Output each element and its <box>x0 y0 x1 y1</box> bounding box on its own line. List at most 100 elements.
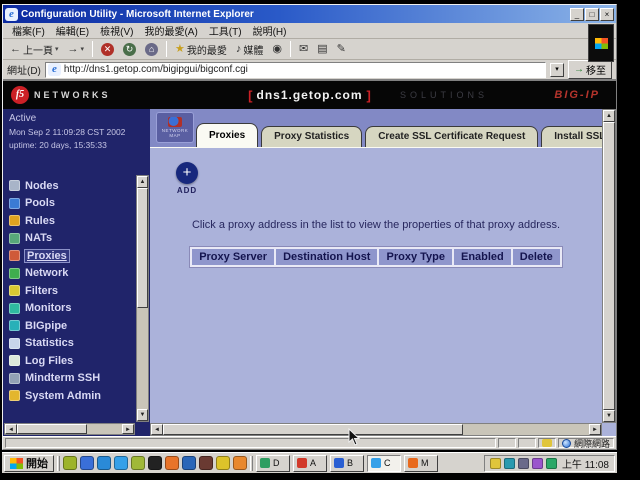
sidebar-item[interactable]: BIGpipe <box>9 317 132 335</box>
alert-icon <box>542 439 552 447</box>
scroll-left-icon[interactable]: ◄ <box>5 424 17 434</box>
scroll-up-icon[interactable]: ▲ <box>137 176 148 188</box>
scrollbar-thumb[interactable] <box>163 424 463 435</box>
taskbar-window-button[interactable]: M <box>404 455 438 472</box>
media-button[interactable]: ♪ 媒體 <box>233 41 267 58</box>
sidebar-item[interactable]: Rules <box>9 212 132 230</box>
print-button[interactable]: ▤ <box>314 42 330 56</box>
main-vertical-scrollbar[interactable]: ▲ ▼ <box>602 109 616 423</box>
sidebar-item[interactable]: Monitors <box>9 300 132 318</box>
menu-item[interactable]: 編輯(E) <box>51 22 94 39</box>
mail-button[interactable]: ✉ <box>296 42 311 56</box>
minimize-button[interactable]: _ <box>570 8 584 21</box>
scrollbar-thumb[interactable] <box>137 188 148 308</box>
tray-icon[interactable] <box>504 458 515 469</box>
scroll-right-icon[interactable]: ► <box>122 424 134 434</box>
maximize-button[interactable]: □ <box>585 8 599 21</box>
taskbar-window-button[interactable]: A <box>293 455 327 472</box>
start-button[interactable]: 開始 <box>4 455 54 472</box>
address-input[interactable]: e http://dns1.getop.com/bigipgui/bigconf… <box>45 62 546 78</box>
stop-button[interactable]: ✕ <box>98 42 117 57</box>
quick-launch-icon[interactable] <box>114 456 128 470</box>
quick-launch-icon[interactable] <box>80 456 94 470</box>
back-dropdown-icon[interactable]: ▾ <box>55 45 59 53</box>
quick-launch-icon[interactable] <box>131 456 145 470</box>
scrollbar-thumb[interactable] <box>17 424 87 434</box>
sidebar-item[interactable]: Nodes <box>9 177 132 195</box>
scroll-left-icon[interactable]: ◄ <box>151 424 163 435</box>
scroll-down-icon[interactable]: ▼ <box>603 410 615 422</box>
proxy-table-header-cell: Enabled <box>454 249 511 265</box>
back-button[interactable]: ← 上一頁 ▾ <box>7 41 62 58</box>
go-button[interactable]: → 移至 <box>568 60 612 79</box>
bigip-label: BIG-IP <box>554 89 600 101</box>
taskbar-grip[interactable] <box>57 456 60 471</box>
quick-launch-icon[interactable] <box>216 456 230 470</box>
menu-item[interactable]: 我的最愛(A) <box>139 22 202 39</box>
taskbar-window-button[interactable]: D <box>256 455 290 472</box>
sidebar-item[interactable]: System Admin <box>9 387 132 405</box>
home-icon: ⌂ <box>145 43 158 56</box>
menu-item[interactable]: 說明(H) <box>248 22 292 39</box>
bracket-open: [ <box>248 88 252 103</box>
proxy-table-header-cell: Delete <box>513 249 560 265</box>
scroll-up-icon[interactable]: ▲ <box>603 110 615 122</box>
scroll-right-icon[interactable]: ► <box>589 424 601 435</box>
quick-launch-icon[interactable] <box>199 456 213 470</box>
tab[interactable]: Proxies <box>196 123 258 147</box>
taskbar-window-label: D <box>273 458 280 468</box>
tab[interactable]: Proxy Statistics <box>261 126 362 147</box>
forward-button[interactable]: → ▾ <box>65 42 88 56</box>
scrollbar-thumb[interactable] <box>603 122 615 410</box>
add-icon[interactable]: + <box>176 162 198 184</box>
address-dropdown-icon[interactable]: ▾ <box>550 63 564 77</box>
quick-launch-icon[interactable] <box>165 456 179 470</box>
menu-item[interactable]: 檢視(V) <box>95 22 138 39</box>
sidebar-item[interactable]: Statistics <box>9 335 132 353</box>
refresh-button[interactable]: ↻ <box>120 42 139 57</box>
edit-button[interactable]: ✎ <box>334 42 349 56</box>
tabs-row: ProxiesProxy StatisticsCreate SSL Certif… <box>196 122 602 147</box>
tab[interactable]: Install SSL Certif <box>541 126 602 147</box>
tray-icon[interactable] <box>546 458 557 469</box>
taskbar-window-button[interactable]: B <box>330 455 364 472</box>
quick-launch-icon[interactable] <box>148 456 162 470</box>
quick-launch-icon[interactable] <box>63 456 77 470</box>
taskbar-grip[interactable] <box>250 456 253 471</box>
tray-icon[interactable] <box>518 458 529 469</box>
add-proxy-control[interactable]: + ADD <box>172 162 202 195</box>
tab[interactable]: Create SSL Certificate Request <box>365 126 538 147</box>
quick-launch-icon[interactable] <box>233 456 247 470</box>
favorites-button[interactable]: ★ 我的最愛 <box>172 41 230 58</box>
taskbar-window-button[interactable]: C <box>367 455 401 472</box>
network-map-button[interactable]: NETWORK MAP <box>156 112 194 143</box>
sidebar-item[interactable]: NATs <box>9 230 132 248</box>
back-label: 上一頁 <box>23 42 53 57</box>
status-message <box>5 438 496 448</box>
proxies-panel: + ADD Click a proxy address in the list … <box>150 147 602 423</box>
add-label: ADD <box>172 186 202 195</box>
tray-icon[interactable] <box>532 458 543 469</box>
sidebar-item-icon <box>9 215 20 226</box>
sidebar-item[interactable]: Log Files <box>9 352 132 370</box>
quick-launch-icon[interactable] <box>97 456 111 470</box>
sidebar-item[interactable]: Network <box>9 265 132 283</box>
history-button[interactable]: ◉ <box>269 42 285 56</box>
main-horizontal-scrollbar[interactable]: ◄ ► <box>150 423 602 436</box>
sidebar-vertical-scrollbar[interactable]: ▲ ▼ <box>136 175 149 422</box>
home-button[interactable]: ⌂ <box>142 42 161 57</box>
scroll-down-icon[interactable]: ▼ <box>137 409 148 421</box>
taskbar-window-icon <box>334 458 344 468</box>
menu-item[interactable]: 檔案(F) <box>7 22 50 39</box>
forward-dropdown-icon[interactable]: ▾ <box>81 45 85 53</box>
sidebar-item[interactable]: Mindterm SSH <box>9 370 132 388</box>
sidebar-item[interactable]: Proxies <box>9 247 132 265</box>
menu-item[interactable]: 工具(T) <box>204 22 247 39</box>
close-button[interactable]: × <box>600 8 614 21</box>
sidebar-item[interactable]: Filters <box>9 282 132 300</box>
tray-icon[interactable] <box>490 458 501 469</box>
sidebar-item[interactable]: Pools <box>9 195 132 213</box>
sidebar-horizontal-scrollbar[interactable]: ◄ ► <box>4 423 135 435</box>
quick-launch-icon[interactable] <box>182 456 196 470</box>
title-bar[interactable]: e Configuration Utility - Microsoft Inte… <box>3 5 616 23</box>
